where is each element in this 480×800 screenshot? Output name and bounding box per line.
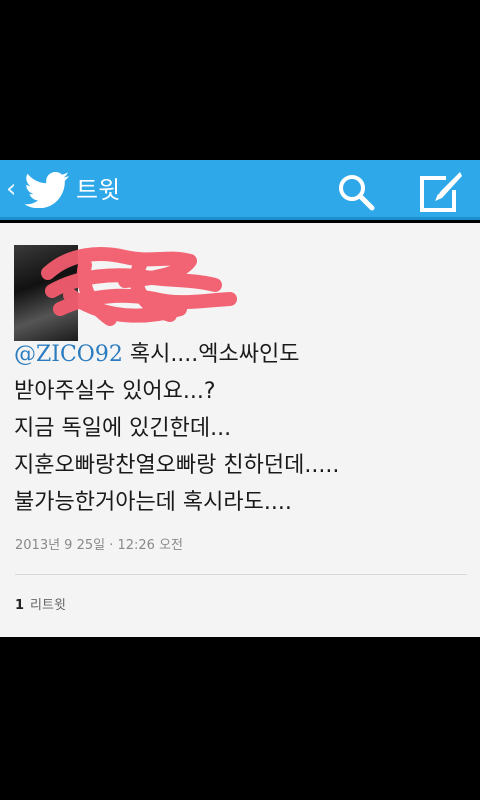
tweet-line-1-text: 혹시....엑소싸인도 — [122, 342, 300, 367]
tweet-timestamp: 2013년 9 25일 · 12:26 오전 — [15, 538, 183, 553]
mention-link[interactable]: @ZICO92 — [14, 342, 123, 367]
tweet-card: @ZICO92 혹시....엑소싸인도 받아주실수 있어요...? 지금 독일에… — [0, 223, 480, 637]
retweet-count: 1 — [15, 598, 25, 613]
redaction-scribble — [41, 247, 237, 326]
page-title: 트윗 — [76, 176, 121, 204]
tweet-text: @ZICO92 혹시....엑소싸인도 받아주실수 있어요...? 지금 독일에… — [14, 336, 469, 521]
top-black-bar — [0, 0, 480, 160]
retweet-label: 리트윗 — [30, 598, 66, 613]
search-icon[interactable] — [336, 172, 376, 212]
divider — [15, 574, 467, 575]
tweet-line-4: 지훈오빠랑찬열오빠랑 친하던데..... — [14, 453, 340, 478]
bottom-black-bar — [0, 637, 480, 800]
tweet-line-3: 지금 독일에 있긴한데... — [14, 416, 232, 441]
tweet-line-2: 받아주실수 있어요...? — [14, 379, 216, 404]
app-bar: ‹ 트윗 — [0, 160, 480, 220]
twitter-bird-icon[interactable] — [24, 172, 70, 208]
tweet-line-5: 불가능한거아는데 혹시라도.... — [14, 490, 292, 515]
tweet-line-1: @ZICO92 혹시....엑소싸인도 — [14, 336, 469, 373]
retweet-stats[interactable]: 1 리트윗 — [15, 597, 66, 615]
compose-icon[interactable] — [416, 170, 464, 214]
back-chevron-icon[interactable]: ‹ — [6, 174, 16, 204]
